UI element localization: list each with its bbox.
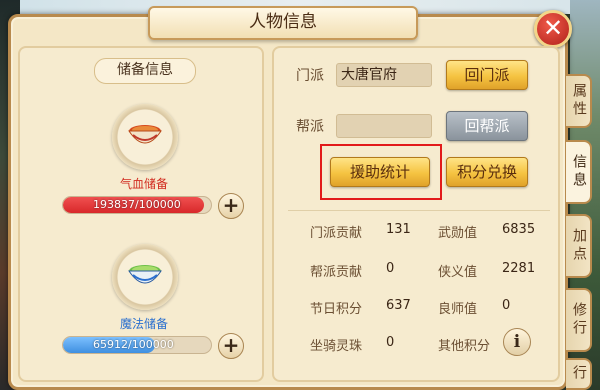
stat-label-holiday-points: 节日积分	[310, 302, 363, 317]
stat-label-mentor-value: 良师值	[438, 302, 478, 317]
stat-label-sect-contribution: 门派贡献	[310, 226, 363, 241]
stat-value-martial-merit: 6835	[502, 222, 536, 237]
sect-label: 门派	[296, 68, 324, 84]
gang-label: 帮派	[296, 119, 324, 135]
stat-label-gang-contribution: 帮派贡献	[310, 265, 363, 280]
close-icon: ✕	[542, 14, 564, 42]
stat-value-holiday-points: 637	[386, 298, 411, 313]
mp-reserve-bar: 65912/100000	[62, 336, 212, 354]
stat-label-mount-pearls: 坐骑灵珠	[310, 339, 363, 354]
reserve-heading: 储备信息	[94, 58, 196, 84]
close-button[interactable]: ✕	[534, 10, 572, 48]
plus-icon: +	[222, 193, 240, 217]
return-gang-button[interactable]: 回帮派	[446, 111, 528, 141]
gang-field	[336, 114, 432, 138]
tab-cultivation[interactable]: 修行	[566, 288, 592, 352]
aid-stats-button[interactable]: 援助统计	[330, 157, 430, 187]
tab-add-points[interactable]: 加点	[566, 214, 592, 278]
mp-reserve-label: 魔法储备	[119, 317, 168, 331]
blue-soup-bowl-icon	[128, 265, 162, 284]
mp-add-button[interactable]: +	[218, 333, 244, 359]
info-icon: i	[513, 332, 521, 352]
other-points-info-button[interactable]: i	[503, 328, 531, 356]
plus-icon: +	[222, 333, 240, 357]
stat-value-mount-pearls: 0	[386, 335, 395, 350]
tab-info[interactable]: 信息	[566, 140, 592, 204]
red-soup-bowl-icon	[128, 125, 162, 144]
stat-value-gang-contribution: 0	[386, 261, 395, 276]
divider	[288, 210, 550, 211]
stat-label-other-points: 其他积分	[438, 339, 491, 354]
hp-reserve-icon-frame[interactable]	[112, 104, 178, 170]
window-title: 人物信息	[148, 6, 418, 40]
points-exchange-button[interactable]: 积分兑换	[446, 157, 528, 187]
stat-value-sect-contribution: 131	[386, 222, 411, 237]
hp-reserve-bar: 193837/100000	[62, 196, 212, 214]
return-sect-button[interactable]: 回门派	[446, 60, 528, 90]
mp-reserve-value: 65912/100000	[93, 338, 174, 351]
sect-field: 大唐官府	[336, 63, 432, 87]
tab-attributes[interactable]: 属性	[566, 74, 592, 128]
stat-value-mentor-value: 0	[502, 298, 511, 313]
tab-more[interactable]: 行	[566, 358, 592, 390]
stat-value-chivalry: 2281	[502, 261, 536, 276]
hp-reserve-label: 气血储备	[119, 177, 168, 191]
hp-reserve-value: 193837/100000	[93, 198, 181, 211]
hp-add-button[interactable]: +	[218, 193, 244, 219]
stat-label-chivalry: 侠义值	[438, 265, 478, 280]
mp-reserve-icon-frame[interactable]	[112, 244, 178, 310]
stat-label-martial-merit: 武勋值	[438, 226, 478, 241]
